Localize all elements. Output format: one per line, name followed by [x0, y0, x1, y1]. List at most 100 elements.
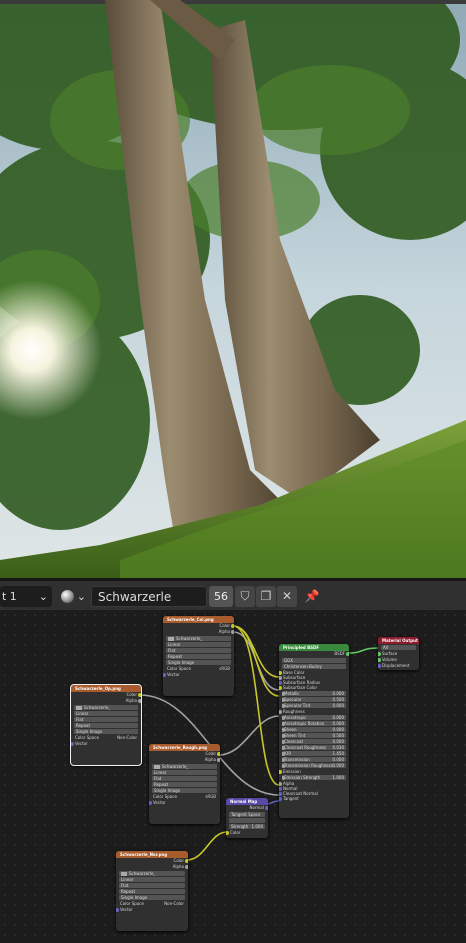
- node-editor-header: t 1 ⌄ ⌄ Schwarzerle 56 ⛉ ❐ ✕ 📌: [0, 578, 466, 610]
- duplicate-material-button[interactable]: ❐: [256, 586, 276, 607]
- image-selector[interactable]: Schwarzerle_: [119, 871, 185, 876]
- normal-map-node[interactable]: Normal Map Normal Tangent Space Strength…: [226, 798, 268, 838]
- bsdf-input-row[interactable]: Specular Tint 0.000: [282, 703, 346, 708]
- bsdf-input-row[interactable]: Emission: [279, 769, 349, 774]
- subsurface-method-select[interactable]: Christensen-Burley: [282, 664, 346, 669]
- source-select[interactable]: Single Image: [166, 660, 231, 665]
- socket-icon[interactable]: [185, 859, 188, 863]
- bsdf-input-row[interactable]: Tangent: [279, 796, 349, 801]
- uv-map-field[interactable]: [229, 818, 265, 823]
- bsdf-input-row[interactable]: Transmission Roughness 0.000: [282, 763, 346, 768]
- bsdf-input-label: Specular Tint: [284, 703, 311, 708]
- bsdf-input-row[interactable]: Sheen Tint 0.500: [282, 733, 346, 738]
- socket-icon[interactable]: [279, 797, 282, 801]
- source-select[interactable]: Single Image: [119, 895, 185, 900]
- bsdf-input-row[interactable]: Specular 0.500: [282, 697, 346, 702]
- output-alpha: Alpha: [149, 757, 220, 763]
- socket-icon[interactable]: [346, 652, 349, 656]
- bsdf-input-row[interactable]: Clearcoat Roughness 0.030: [282, 745, 346, 750]
- projection-select[interactable]: Flat: [119, 883, 185, 888]
- socket-icon[interactable]: [231, 624, 234, 628]
- socket-icon[interactable]: [217, 758, 220, 762]
- source-select[interactable]: Single Image: [152, 788, 217, 793]
- bsdf-input-row[interactable]: Anisotropic 0.000: [282, 715, 346, 720]
- unlink-material-button[interactable]: ✕: [277, 586, 297, 607]
- node-editor-canvas[interactable]: Schwarzerle_Col.png Color Alpha Schwarze…: [0, 610, 466, 943]
- principled-bsdf-node[interactable]: Principled BSDF BSDF GGX Christensen-Bur…: [279, 644, 349, 818]
- strength-field[interactable]: Strength 1.000: [229, 824, 265, 829]
- distribution-select[interactable]: GGX: [282, 658, 346, 663]
- bsdf-input-row[interactable]: Transmission 0.000: [282, 757, 346, 762]
- image-selector[interactable]: Schwarzerle_: [74, 705, 138, 710]
- extension-select[interactable]: Repeat: [166, 654, 231, 659]
- fake-user-button[interactable]: ⛉: [235, 586, 255, 607]
- socket-icon[interactable]: [138, 693, 141, 697]
- bsdf-input-value: 0.500: [332, 697, 344, 702]
- socket-icon[interactable]: [116, 908, 119, 912]
- link-bsdf-to-output: [347, 647, 379, 654]
- extension-select[interactable]: Repeat: [74, 723, 138, 728]
- extension-select[interactable]: Repeat: [152, 782, 217, 787]
- source-select[interactable]: Single Image: [74, 729, 138, 734]
- bsdf-input-label: Specular: [284, 697, 302, 702]
- image-texture-node-rough[interactable]: Schwarzerle_Rough.png Color Alpha Schwar…: [149, 744, 220, 824]
- extension-select[interactable]: Repeat: [119, 889, 185, 894]
- socket-icon[interactable]: [378, 664, 381, 668]
- bsdf-input-row[interactable]: Subsurface Color: [279, 685, 349, 690]
- socket-icon[interactable]: [163, 673, 166, 677]
- socket-icon[interactable]: [279, 686, 282, 690]
- bsdf-input-row[interactable]: IOR 1.450: [282, 751, 346, 756]
- bsdf-input-row[interactable]: Metallic 0.000: [282, 691, 346, 696]
- interpolation-select[interactable]: Linear: [119, 877, 185, 882]
- bsdf-input-row[interactable]: Emission Strength 1.000: [282, 775, 346, 780]
- material-slot-dropdown[interactable]: t 1 ⌄: [0, 586, 52, 607]
- 3d-viewport[interactable]: [0, 0, 466, 578]
- socket-icon[interactable]: [231, 630, 234, 634]
- bsdf-input-value: 0.000: [332, 727, 344, 732]
- projection-select[interactable]: Flat: [166, 648, 231, 653]
- bsdf-input-label: Anisotropic Rotation: [284, 721, 325, 726]
- bsdf-input-label: IOR: [284, 751, 292, 756]
- bsdf-input-row[interactable]: Anisotropic Rotation 0.000: [282, 721, 346, 726]
- image-selector[interactable]: Schwarzerle_: [152, 764, 217, 769]
- bsdf-input-label: Sheen: [284, 727, 297, 732]
- socket-icon[interactable]: [138, 699, 141, 703]
- user-count-button[interactable]: 56: [209, 586, 233, 607]
- shield-icon: ⛉: [240, 589, 250, 603]
- bsdf-input-label: Roughness: [283, 709, 305, 714]
- projection-select[interactable]: Flat: [74, 717, 138, 722]
- image-texture-node-nor[interactable]: Schwarzerle_Nor.png Color Alpha Schwarze…: [116, 851, 188, 931]
- socket-icon[interactable]: [71, 742, 74, 746]
- image-selector[interactable]: Schwarzerle_: [166, 636, 231, 641]
- socket-icon[interactable]: [149, 801, 152, 805]
- interpolation-select[interactable]: Linear: [152, 770, 217, 775]
- space-select[interactable]: Tangent Space: [229, 812, 265, 817]
- projection-select[interactable]: Flat: [152, 776, 217, 781]
- socket-icon[interactable]: [279, 770, 282, 774]
- material-output-node[interactable]: Material Output All Surface Volume Displ…: [378, 637, 419, 670]
- pin-icon: 📌: [304, 589, 320, 603]
- image-texture-node-col[interactable]: Schwarzerle_Col.png Color Alpha Schwarze…: [163, 616, 234, 696]
- socket-icon[interactable]: [185, 865, 188, 869]
- output-normal: Normal: [226, 805, 268, 811]
- socket-icon[interactable]: [279, 710, 282, 714]
- socket-icon[interactable]: [226, 831, 229, 835]
- material-browse-button[interactable]: ⌄: [58, 586, 88, 607]
- socket-icon[interactable]: [378, 658, 381, 662]
- node-header: Schwarzerle_Col.png: [163, 616, 234, 623]
- material-name-field[interactable]: Schwarzerle: [91, 586, 207, 607]
- socket-icon[interactable]: [265, 806, 268, 810]
- output-alpha: Alpha: [71, 698, 141, 704]
- pin-button[interactable]: 📌: [302, 586, 322, 607]
- socket-icon[interactable]: [378, 652, 381, 656]
- image-texture-node-op[interactable]: Schwarzerle_Op.png Color Alpha Schwarzer…: [70, 684, 142, 766]
- socket-icon[interactable]: [217, 752, 220, 756]
- bsdf-input-label: Emission: [283, 769, 301, 774]
- bsdf-input-row[interactable]: Clearcoat 0.000: [282, 739, 346, 744]
- interpolation-select[interactable]: Linear: [166, 642, 231, 647]
- interpolation-select[interactable]: Linear: [74, 711, 138, 716]
- bsdf-input-row[interactable]: Roughness: [279, 709, 349, 714]
- bsdf-input-row[interactable]: Sheen 0.000: [282, 727, 346, 732]
- target-select[interactable]: All: [381, 645, 416, 650]
- image-icon: [121, 872, 127, 876]
